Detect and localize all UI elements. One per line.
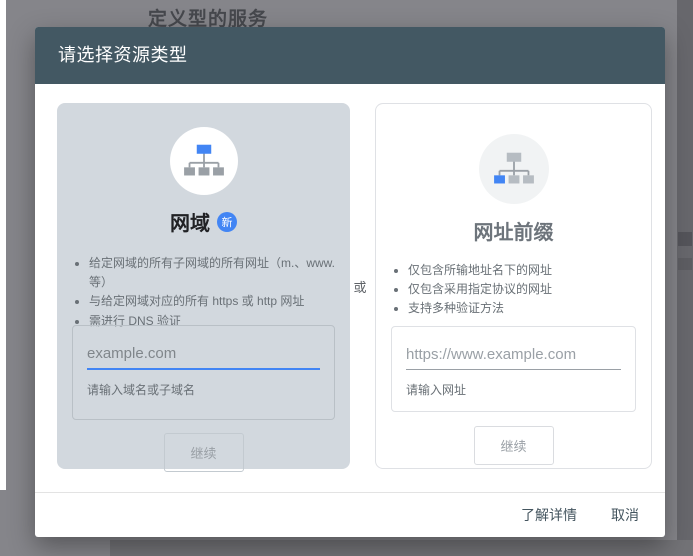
domain-bullet: 给定网域的所有子网域的所有网址（m.、www. 等）	[89, 254, 336, 292]
dialog-footer: 了解详情 取消	[35, 492, 665, 537]
domain-input-panel: 请输入域名或子域名	[72, 325, 335, 420]
domain-input-helper: 请输入域名或子域名	[87, 383, 196, 397]
url-prefix-card-header: 网址前缀	[376, 216, 651, 245]
url-prefix-property-card[interactable]: 网址前缀 仅包含所输地址名下的网址 仅包含采用指定协议的网址 支持多种验证方法 …	[375, 103, 652, 469]
domain-card-title: 网域	[170, 213, 210, 235]
url-prefix-input-panel: 请输入网址	[391, 326, 636, 412]
sitemap-url-prefix-icon	[493, 152, 534, 184]
select-property-type-dialog: 请选择资源类型 网域 新 给定网域的所有	[35, 27, 665, 537]
domain-continue-button[interactable]: 继续	[163, 433, 244, 472]
background-page-edge	[0, 0, 6, 490]
domain-bullet-list: 给定网域的所有子网域的所有网址（m.、www. 等） 与给定网域对应的所有 ht…	[71, 254, 336, 331]
domain-icon-circle	[169, 127, 238, 195]
dialog-title: 请选择资源类型	[35, 27, 665, 84]
domain-bullet: 与给定网域对应的所有 https 或 http 网址	[89, 292, 336, 311]
or-divider-label: 或	[353, 280, 367, 295]
url-prefix-bullet: 仅包含所输地址名下的网址	[408, 261, 637, 280]
cancel-button[interactable]: 取消	[611, 505, 639, 525]
domain-property-card[interactable]: 网域 新 给定网域的所有子网域的所有网址（m.、www. 等） 与给定网域对应的…	[57, 103, 350, 472]
background-bottom-band	[110, 540, 693, 556]
url-prefix-card-title: 网址前缀	[473, 222, 554, 244]
domain-input[interactable]	[87, 341, 320, 370]
background-right-remnant	[678, 232, 692, 246]
sitemap-domain-icon	[183, 144, 224, 176]
url-prefix-input[interactable]	[406, 342, 621, 370]
url-prefix-icon-circle	[478, 134, 549, 204]
url-prefix-bullet: 支持多种验证方法	[408, 299, 637, 318]
background-right-panel	[677, 0, 693, 556]
url-prefix-continue-button[interactable]: 继续	[473, 426, 554, 465]
url-prefix-bullet: 仅包含采用指定协议的网址	[408, 280, 637, 299]
screen: 定义型的服务 请选择资源类型 网域 新 • 给定网域的所有子网域的所有网址（m.…	[0, 0, 693, 556]
learn-more-link[interactable]: 了解详情	[521, 505, 577, 525]
background-right-remnant	[678, 258, 692, 270]
domain-card-header: 网域 新	[57, 207, 350, 236]
url-prefix-bullet-list: 仅包含所输地址名下的网址 仅包含采用指定协议的网址 支持多种验证方法	[390, 261, 637, 319]
new-badge: 新	[217, 211, 237, 232]
background-clipped-heading: 定义型的服务	[148, 9, 269, 27]
url-prefix-input-helper: 请输入网址	[406, 383, 467, 397]
